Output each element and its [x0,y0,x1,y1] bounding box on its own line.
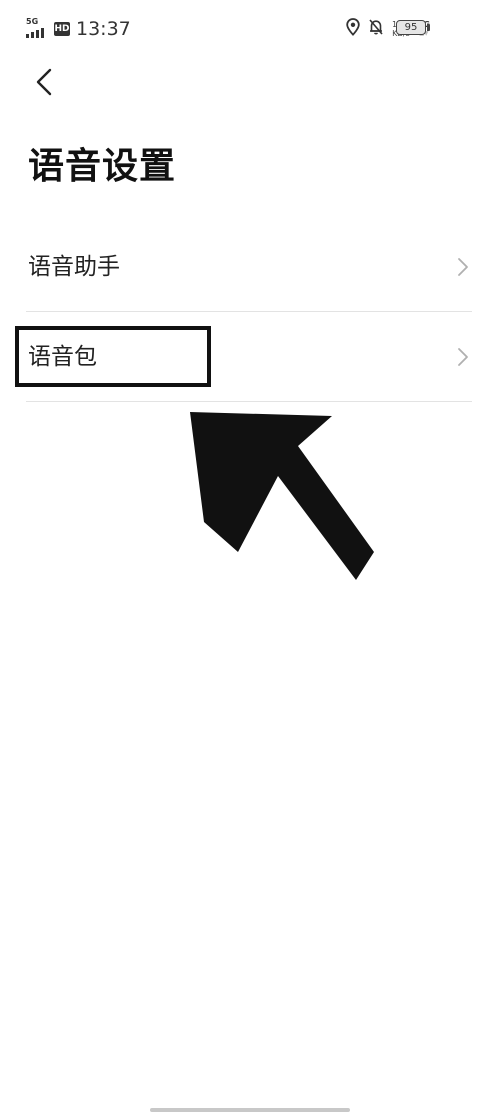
settings-list: 语音助手 语音包 [0,222,500,402]
settings-item-label: 语音包 [28,344,97,370]
settings-item-label: 语音助手 [28,254,120,280]
hd-badge: HD [54,22,70,36]
status-bar-left: 5G HD 13:37 [26,16,131,42]
chevron-left-icon [36,68,52,96]
voice-settings-screen: 5G HD 13:37 95 语音设置 语音助手 语音包 [0,0,500,1114]
chevron-right-icon [458,348,468,366]
pointer-arrow-icon [190,412,374,580]
page-title: 语音设置 [28,146,177,187]
settings-item-voice-assistant[interactable]: 语音助手 [0,222,500,312]
location-icon [346,18,360,40]
signal-icon: 5G [26,18,48,40]
chevron-right-icon [458,258,468,276]
divider [26,401,472,402]
bell-muted-icon [368,18,384,40]
status-bar: 5G HD 13:37 95 [0,0,500,56]
battery-indicator: 95 [396,20,426,35]
back-button[interactable] [28,62,60,102]
battery-level: 95 [404,22,418,33]
status-time: 13:37 [76,18,131,40]
home-indicator[interactable] [150,1108,350,1112]
settings-item-voice-package[interactable]: 语音包 [0,312,500,402]
signal-network-label: 5G [26,17,39,26]
battery-tip [427,24,430,31]
